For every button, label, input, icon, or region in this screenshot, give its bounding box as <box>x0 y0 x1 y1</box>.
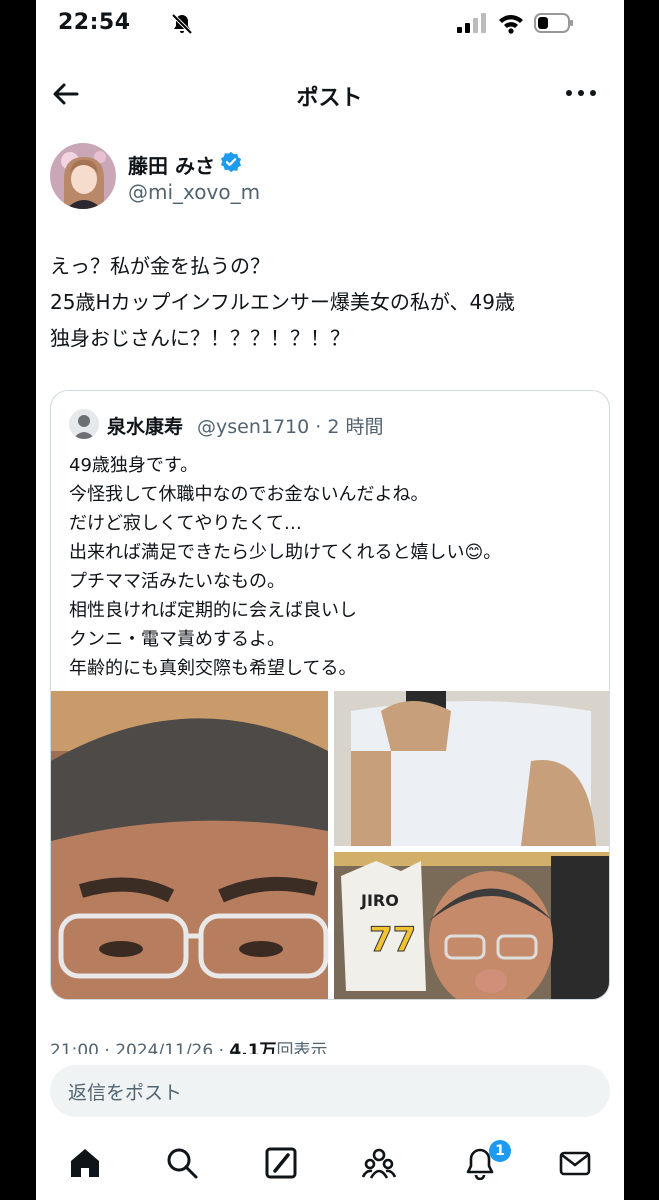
author-name[interactable]: 藤田 みさ <box>128 150 215 179</box>
quoted-line: 今怪我して休職中なのでお金ないんだよね。 <box>69 484 429 505</box>
quoted-line: だけど寂しくてやりたくて… <box>69 513 302 534</box>
signal-icon <box>457 13 486 33</box>
more-options-icon[interactable] <box>564 80 598 106</box>
quoted-line: 年齢的にも真剣交際も希望してる。 <box>69 658 357 679</box>
author-handle[interactable]: @mi_xovo_m <box>128 180 260 204</box>
status-time: 22:54 <box>58 10 131 35</box>
notification-badge: 1 <box>489 1140 511 1162</box>
quoted-media-grid[interactable]: JIRO 77 <box>51 691 610 1000</box>
quoted-tweet-card[interactable]: 泉水康寿 @ysen1710 · 2 時間 49歳独身です。 今怪我して休職中な… <box>50 390 610 1000</box>
tweet-line: えっ？私が金を払うの？ <box>50 254 270 278</box>
bell-off-icon <box>171 13 193 35</box>
quoted-tweet-text: 49歳独身です。 今怪我して休職中なのでお金ないんだよね。 だけど寂しくてやりた… <box>69 451 599 683</box>
shirt-number: 77 <box>369 920 416 960</box>
home-icon[interactable] <box>68 1146 102 1180</box>
author-avatar[interactable] <box>50 143 116 209</box>
communities-icon[interactable] <box>362 1146 396 1180</box>
quoted-author-avatar <box>69 409 99 439</box>
quoted-author-handle: @ysen1710 · 2 時間 <box>197 416 384 438</box>
shirt-text: JIRO <box>360 891 399 910</box>
photo-mirror-selfie[interactable] <box>334 691 610 846</box>
grok-icon[interactable] <box>264 1146 298 1180</box>
tweet-text: えっ？私が金を払うの？ 25歳Hカップインフルエンサー爆美女の私が、49歳 独身… <box>50 248 610 356</box>
search-icon[interactable] <box>165 1146 199 1180</box>
wifi-icon <box>499 15 523 34</box>
photo-tshirt-face[interactable]: JIRO 77 <box>334 852 610 1000</box>
tweet-line: 25歳Hカップインフルエンサー爆美女の私が、49歳 <box>50 290 515 314</box>
quoted-author-name: 泉水康寿 <box>107 416 184 438</box>
quoted-line: プチママ活みたいなもの。 <box>69 571 285 592</box>
quoted-line: 49歳独身です。 <box>69 455 199 476</box>
reply-placeholder[interactable]: 返信をポスト <box>68 1078 182 1105</box>
quoted-line: クンニ・電マ責めするよ。 <box>69 629 285 650</box>
tweet-line: 独身おじさんに？！？？！？！？ <box>50 326 350 350</box>
verified-badge-icon <box>220 151 242 173</box>
quoted-line: 出来れば満足できたら少し助けてくれると嬉しい😊。 <box>69 542 502 563</box>
battery-icon <box>534 13 573 33</box>
quoted-line: 相性良ければ定期的に会えば良いし <box>69 600 357 621</box>
messages-icon[interactable] <box>558 1146 592 1180</box>
photo-face-closeup[interactable] <box>51 691 329 1000</box>
page-title: ポスト <box>296 86 363 111</box>
